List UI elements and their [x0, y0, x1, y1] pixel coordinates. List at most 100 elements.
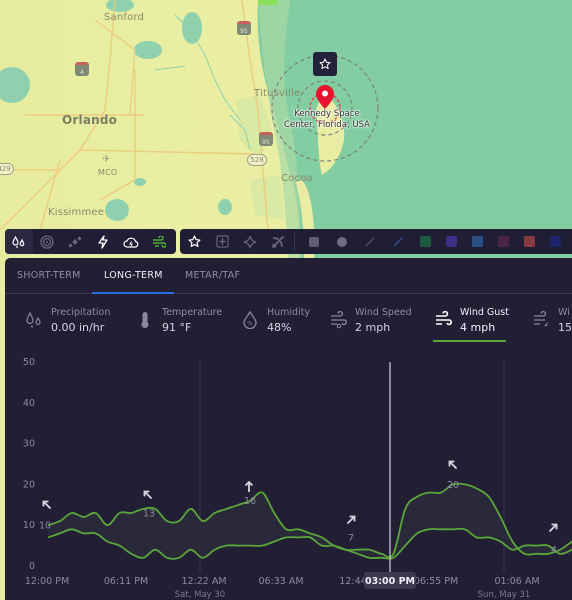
x-tick-label: 12:22 AM: [181, 576, 226, 587]
active-tab-indicator: [92, 292, 174, 294]
map-label-mco: MCO: [98, 168, 118, 177]
data-label: 16: [244, 496, 256, 507]
lightning-icon: [98, 234, 108, 249]
thermometer-icon: [141, 312, 149, 328]
metric-humidity[interactable]: % Humidity 48%: [241, 307, 321, 343]
wind-direction-icon: [534, 311, 548, 326]
map-label-kissimmee: Kissimmee: [48, 207, 105, 218]
map-label-cocoa: Cocoa: [281, 173, 313, 184]
layer-precipitation-button[interactable]: [5, 229, 33, 254]
range-band: [48, 483, 572, 559]
wind-direction-arrow-icon: [548, 523, 558, 533]
route-429-shield: 429: [0, 163, 14, 175]
color-swatch[interactable]: [498, 236, 509, 247]
airport-box-button[interactable]: [208, 229, 236, 254]
interstate-95-shield-south: 95: [259, 132, 273, 146]
satellite-icon: [68, 235, 82, 248]
y-tick-label: 30: [23, 439, 35, 450]
metric-label: Temperature: [162, 307, 223, 318]
metric-label: Wind Gust: [460, 307, 509, 318]
wind-gust-icon: [436, 311, 452, 326]
interstate-4-shield: 4: [75, 62, 89, 76]
favorites-button[interactable]: [180, 229, 208, 254]
map-label-sanford: Sanford: [104, 12, 145, 23]
waypoint-icon: [243, 235, 257, 248]
color-swatch[interactable]: [472, 236, 483, 247]
date-label: Sat, May 30: [175, 590, 225, 600]
metric-value: 91 °F: [162, 321, 192, 334]
color-swatch[interactable]: [446, 236, 457, 247]
map-label-orlando: Orlando: [62, 113, 118, 127]
color-swatch[interactable]: [420, 236, 431, 247]
humidity-icon: %: [243, 311, 257, 329]
x-tick-label: 12:00 PM: [25, 576, 69, 587]
data-label: 4: [551, 545, 557, 556]
toolbar-divider: [294, 233, 295, 250]
draw-toolbar: [180, 229, 572, 254]
data-label: 20: [447, 480, 459, 491]
tab-long-term[interactable]: LONG-TERM: [104, 270, 163, 281]
metric-temperature[interactable]: Temperature 91 °F: [136, 307, 236, 343]
wind-direction-arrow-icon: [448, 460, 458, 470]
tab-metar-taf[interactable]: METAR/TAF: [185, 270, 240, 281]
app-root: Sanford Orlando Kissimmee Titusville Coc…: [0, 0, 572, 600]
forecast-tabs: SHORT-TERM LONG-TERM METAR/TAF: [5, 258, 572, 294]
color-swatch[interactable]: [524, 236, 535, 247]
draw-line-button[interactable]: [356, 229, 384, 254]
y-tick-label: 40: [23, 398, 35, 409]
layer-satellite-button[interactable]: [61, 229, 89, 254]
draw-square-button[interactable]: [300, 229, 328, 254]
layer-toolbar: [5, 229, 176, 254]
wind-direction-arrow-icon: [346, 515, 356, 525]
metric-label: Wind Speed: [355, 307, 412, 318]
data-label: 10: [39, 521, 51, 532]
blue-line-shape-icon: [393, 236, 403, 247]
layer-lightning-button[interactable]: [89, 229, 117, 254]
metric-precipitation[interactable]: Precipitation 0.00 in/hr: [25, 307, 125, 343]
layer-radar-button[interactable]: [33, 229, 61, 254]
favorite-location-button[interactable]: [313, 52, 337, 76]
metric-label: Wi: [558, 307, 570, 318]
data-label: 7: [348, 533, 354, 544]
wind-gust-chart[interactable]: 0 10 20 30 40 50 10 13 16 7 20 4 12:00 PM 06:11 PM 12:…: [5, 350, 572, 600]
x-tick-label: 06:33 AM: [258, 576, 303, 587]
wind-speed-icon: [331, 311, 347, 329]
waypoint-button[interactable]: [236, 229, 264, 254]
wind-direction-arrow-icon: [42, 500, 52, 510]
star-icon: [319, 58, 331, 70]
metric-value: 48%: [267, 321, 292, 334]
active-metric-indicator: [433, 340, 506, 342]
draw-blue-line-button[interactable]: [384, 229, 412, 254]
svg-text:%: %: [247, 321, 252, 327]
color-swatch[interactable]: [550, 236, 561, 247]
metric-value: 15: [558, 321, 572, 334]
layer-wind-button[interactable]: [145, 229, 173, 254]
tab-short-term[interactable]: SHORT-TERM: [17, 270, 81, 281]
cloud-storm-icon: [123, 237, 139, 248]
pin-location-label: Kennedy Space Center, Florida, USA: [284, 109, 370, 130]
wind-icon: [153, 235, 166, 248]
wind-direction-arrow-icon: [244, 480, 254, 492]
precipitation-icon: [12, 235, 25, 248]
flight-button[interactable]: [264, 229, 292, 254]
data-label: 13: [143, 508, 155, 519]
y-tick-label: 20: [23, 479, 35, 490]
line-shape-icon: [365, 236, 375, 247]
x-tick-label: 06:11 PM: [104, 576, 148, 587]
map-label-titusville: Titusville: [254, 88, 301, 99]
metric-wind-direction[interactable]: Wi 15: [532, 307, 572, 343]
layer-storm-button[interactable]: [117, 229, 145, 254]
circle-shape-icon: [337, 236, 347, 247]
square-shape-icon: [309, 236, 319, 247]
metric-label: Precipitation: [51, 307, 111, 318]
location-pin-icon[interactable]: [316, 85, 334, 109]
metric-value: 2 mph: [355, 321, 391, 334]
metric-wind-gust[interactable]: Wind Gust 4 mph: [434, 307, 514, 343]
draw-circle-button[interactable]: [328, 229, 356, 254]
precipitation-icon: [26, 311, 41, 328]
plane-icon: [272, 235, 284, 248]
metric-wind-speed[interactable]: Wind Speed 2 mph: [329, 307, 419, 343]
y-tick-label: 50: [23, 357, 35, 368]
airport-icon: ✈: [102, 154, 111, 165]
x-tick-label: 01:06 AM: [494, 576, 539, 587]
